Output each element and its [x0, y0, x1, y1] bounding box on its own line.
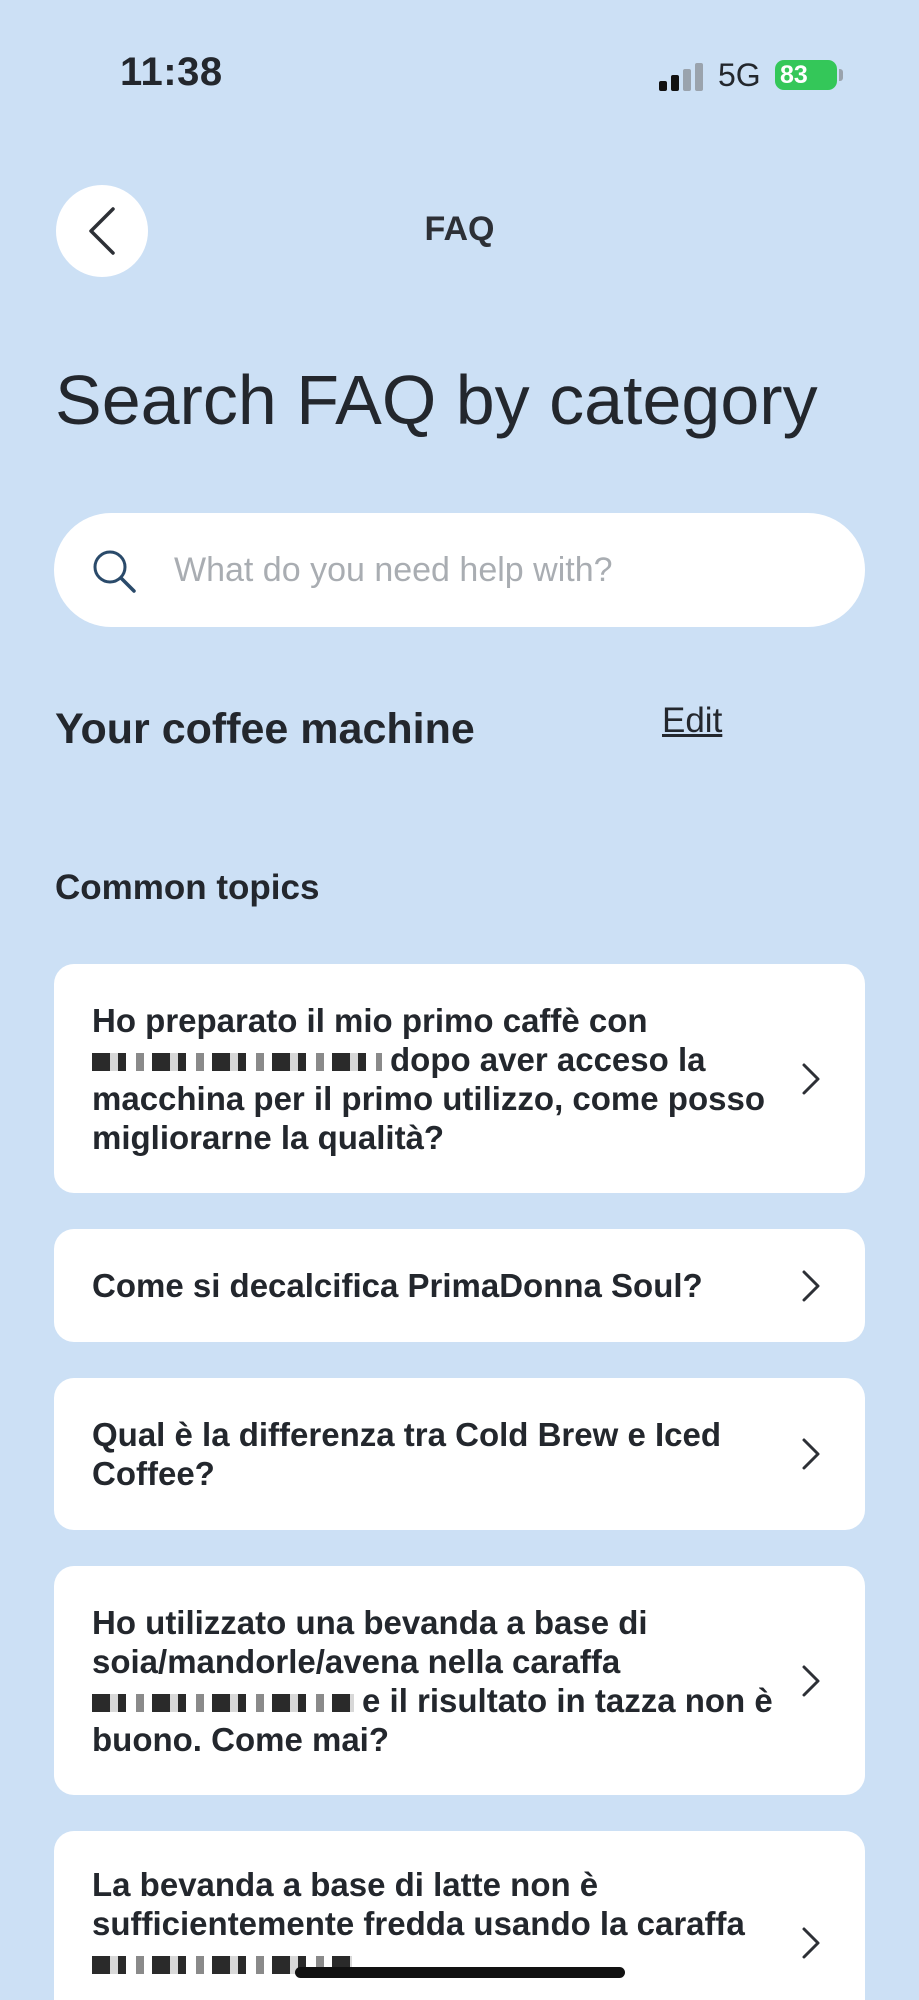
faq-item[interactable]: Qual è la differenza tra Cold Brew e Ice…	[54, 1378, 865, 1530]
faq-item-text-start: Ho utilizzato una bevanda a base di soia…	[92, 1603, 648, 1680]
chevron-right-icon	[802, 1665, 820, 1696]
chevron-right-icon	[802, 1438, 820, 1470]
signal-icon	[659, 63, 704, 91]
common-topics-title: Common topics	[55, 868, 320, 907]
chevron-right-icon	[802, 1063, 820, 1094]
redacted-text	[92, 1693, 354, 1712]
battery-icon: 83	[775, 60, 837, 90]
status-time: 11:38	[120, 50, 223, 94]
faq-item[interactable]: Ho preparato il mio primo caffè con dopo…	[54, 964, 865, 1193]
edit-link[interactable]: Edit	[662, 701, 722, 741]
faq-item[interactable]: Come si decalcifica PrimaDonna Soul?	[54, 1229, 865, 1342]
search-bar[interactable]	[54, 513, 865, 627]
faq-item[interactable]: Ho utilizzato una bevanda a base di soia…	[54, 1566, 865, 1795]
faq-item-text-start: La bevanda a base di latte non è suffici…	[92, 1866, 745, 1942]
chevron-right-icon	[802, 1927, 820, 1959]
battery-cap	[839, 69, 843, 81]
faq-item-text: Ho utilizzato una bevanda a base di soia…	[92, 1603, 773, 1759]
faq-item-text: Ho preparato il mio primo caffè con dopo…	[92, 1001, 773, 1157]
status-bar: 11:38 5G 83	[0, 0, 919, 150]
network-type: 5G	[718, 57, 761, 93]
chevron-right-icon	[802, 1270, 820, 1301]
faq-item-text: La bevanda a base di latte non è suffici…	[92, 1865, 773, 1982]
faq-item-text: Come si decalcifica PrimaDonna Soul?	[92, 1267, 703, 1304]
search-icon	[93, 550, 136, 593]
faq-item-text: Qual è la differenza tra Cold Brew e Ice…	[92, 1416, 722, 1492]
home-indicator	[295, 1967, 625, 1978]
faq-item-text-start: Ho preparato il mio primo caffè con	[92, 1001, 648, 1039]
page-title: Search FAQ by category	[55, 361, 818, 439]
machine-section-title: Your coffee machine	[55, 705, 475, 753]
redacted-text	[92, 1052, 382, 1071]
header-title: FAQ	[424, 210, 495, 248]
battery-level: 83	[780, 61, 808, 89]
search-input[interactable]	[174, 513, 834, 627]
